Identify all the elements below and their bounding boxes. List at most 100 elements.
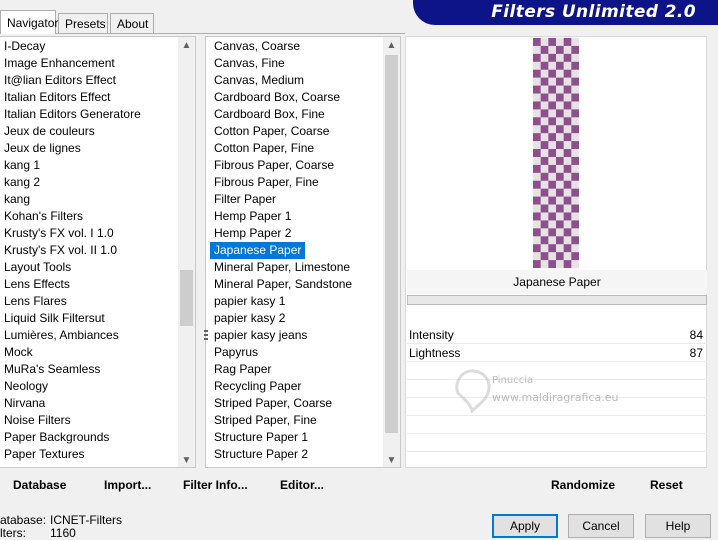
category-item[interactable]: I-Decay — [0, 38, 195, 55]
checker-cell — [548, 149, 557, 158]
filter-item[interactable]: Cotton Paper, Fine — [210, 140, 314, 157]
help-button[interactable]: Help — [645, 514, 711, 538]
category-item[interactable]: Nirvana — [0, 395, 195, 412]
category-item[interactable]: Lens Effects — [0, 276, 195, 293]
category-item[interactable]: Lens Flares — [0, 293, 195, 310]
editor-button[interactable]: Editor... — [280, 478, 324, 492]
filter-item[interactable]: Fibrous Paper, Coarse — [210, 157, 334, 174]
tab-divider — [0, 33, 405, 34]
filter-list[interactable]: Canvas, Coarse Canvas, Fine Canvas, Medium… — [205, 36, 401, 468]
tab-navigator[interactable]: Navigator — [0, 10, 58, 34]
filter-item[interactable]: Structure Paper 1 — [210, 429, 308, 446]
filter-item[interactable]: Rag Paper — [210, 361, 271, 378]
category-item[interactable]: Jeux de lignes — [0, 140, 195, 157]
category-item[interactable]: Italian Editors Effect — [0, 89, 195, 106]
category-item[interactable]: Layout Tools — [0, 259, 195, 276]
category-item[interactable]: Neology — [0, 378, 195, 395]
filter-item[interactable]: Filter Paper — [210, 191, 276, 208]
category-item[interactable]: Krusty's FX vol. II 1.0 — [0, 242, 195, 259]
filter-item[interactable]: papier kasy 1 — [210, 293, 285, 310]
category-item[interactable]: MuRa's Seamless — [0, 361, 195, 378]
category-item[interactable]: Mock — [0, 344, 195, 361]
category-list[interactable]: I-Decay Image Enhancement It@lian Editors … — [0, 36, 196, 468]
checker-cell — [548, 69, 557, 78]
category-item[interactable]: It@lian Editors Effect — [0, 72, 195, 89]
checker-cell — [556, 220, 564, 229]
checker-cell — [533, 125, 541, 134]
filter-item[interactable]: Mineral Paper, Limestone — [210, 259, 350, 276]
filter-item[interactable]: Mineral Paper, Sandstone — [210, 276, 352, 293]
scroll-up-icon[interactable]: ▲ — [383, 37, 400, 54]
checker-cell — [556, 180, 564, 189]
filter-item[interactable]: Canvas, Fine — [210, 55, 285, 72]
checker-cell — [571, 244, 580, 253]
category-item[interactable]: kang 1 — [0, 157, 195, 174]
filter-scrollbar[interactable]: ▲ ▼ — [383, 37, 400, 467]
preview-progress — [407, 295, 707, 305]
filter-item[interactable]: Recycling Paper — [210, 378, 301, 395]
database-button[interactable]: Database — [13, 478, 66, 492]
filter-item[interactable]: Structure Paper 2 — [210, 446, 308, 463]
checker-cell — [533, 61, 541, 71]
checker-cell — [563, 141, 572, 150]
filter-info-button[interactable]: Filter Info... — [183, 478, 248, 492]
category-item[interactable]: Paper Textures — [0, 446, 195, 463]
scroll-down-icon[interactable]: ▼ — [383, 452, 400, 467]
category-item[interactable]: Noise Filters — [0, 412, 195, 429]
checker-cell — [533, 101, 541, 110]
filter-item[interactable]: Cardboard Box, Coarse — [210, 89, 340, 106]
filter-item[interactable]: papier kasy 2 — [210, 310, 285, 327]
checker-cell — [540, 156, 549, 166]
filter-item[interactable]: Cardboard Box, Fine — [210, 106, 325, 123]
tab-presets[interactable]: Presets — [58, 13, 108, 33]
category-item[interactable]: Kohan's Filters — [0, 208, 195, 225]
checker-cell — [548, 45, 557, 55]
checker-cell — [540, 172, 549, 182]
param-value: 84 — [689, 328, 703, 342]
checker-cell — [548, 172, 557, 182]
filter-item[interactable]: Papyrus — [210, 344, 258, 361]
category-item[interactable]: kang — [0, 191, 195, 208]
scroll-up-icon[interactable]: ▲ — [178, 37, 195, 54]
filter-item[interactable]: Canvas, Coarse — [210, 38, 300, 55]
filter-item[interactable]: Striped Paper, Coarse — [210, 395, 332, 412]
category-item[interactable]: Lumières, Ambiances — [0, 327, 195, 344]
tab-about[interactable]: About — [110, 13, 154, 33]
filter-item[interactable]: Striped Paper, Fine — [210, 412, 317, 429]
checker-cell — [533, 180, 541, 189]
cancel-button[interactable]: Cancel — [568, 514, 634, 538]
category-item[interactable]: Jeux de couleurs — [0, 123, 195, 140]
checker-cell — [571, 117, 580, 126]
checker-cell — [563, 156, 572, 166]
filter-item[interactable]: papier kasy jeans — [210, 327, 307, 344]
filter-item[interactable]: Fibrous Paper, Fine — [210, 174, 319, 191]
checker-cell — [533, 228, 541, 237]
filter-item[interactable]: Hemp Paper 1 — [210, 208, 291, 225]
reset-button[interactable]: Reset — [650, 478, 683, 492]
category-item[interactable]: Krusty's FX vol. I 1.0 — [0, 225, 195, 242]
category-item[interactable]: Liquid Silk Filtersut — [0, 310, 195, 327]
category-item[interactable]: Image Enhancement — [0, 55, 195, 72]
filter-item-selected[interactable]: Japanese Paper — [210, 242, 306, 259]
checker-cell — [563, 109, 572, 118]
randomize-button[interactable]: Randomize — [551, 478, 615, 492]
category-item[interactable]: Italian Editors Generatore — [0, 106, 195, 123]
checker-cell — [548, 109, 557, 118]
import-button[interactable]: Import... — [104, 478, 151, 492]
splitter-grip-icon[interactable] — [204, 330, 208, 342]
category-scrollbar[interactable]: ▲ ▼ — [178, 37, 195, 467]
filter-item[interactable]: Cotton Paper, Coarse — [210, 123, 329, 140]
category-item[interactable]: kang 2 — [0, 174, 195, 191]
scroll-thumb[interactable] — [180, 270, 193, 326]
checker-cell — [563, 85, 572, 94]
category-item[interactable]: Paper Backgrounds — [0, 429, 195, 446]
filter-item[interactable]: Hemp Paper 2 — [210, 225, 291, 242]
filter-item[interactable]: Canvas, Medium — [210, 72, 304, 89]
apply-button[interactable]: Apply — [492, 514, 558, 538]
checker-cell — [563, 196, 572, 205]
checker-cell — [548, 156, 557, 166]
scroll-thumb[interactable] — [385, 55, 398, 433]
param-lightness[interactable]: Lightness 87 — [409, 344, 707, 362]
param-intensity[interactable]: Intensity 84 — [409, 326, 707, 344]
scroll-down-icon[interactable]: ▼ — [178, 452, 195, 467]
